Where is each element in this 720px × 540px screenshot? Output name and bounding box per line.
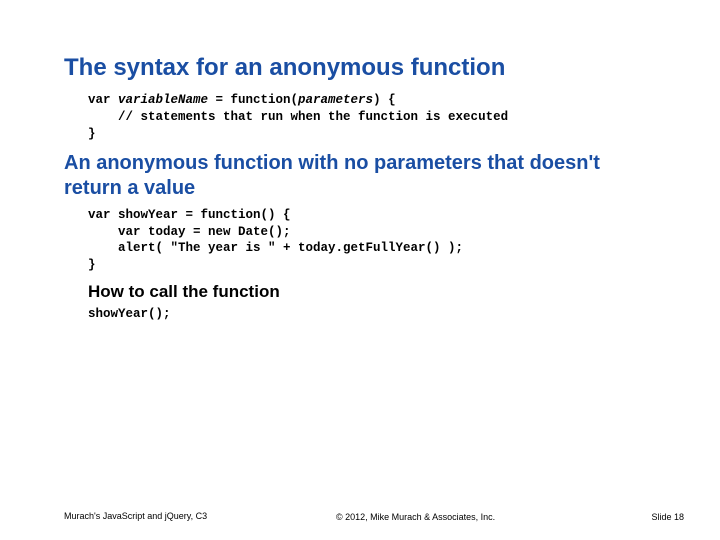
code-text: } (88, 127, 96, 141)
heading-call: How to call the function (88, 282, 660, 302)
code-line: var today = new Date(); (88, 225, 291, 239)
code-text: = function( (208, 93, 298, 107)
slide-footer: Murach's JavaScript and jQuery, C3 © 201… (0, 511, 720, 522)
code-text: ) { (373, 93, 396, 107)
code-text: var (88, 93, 118, 107)
code-line: } (88, 258, 96, 272)
slide: The syntax for an anonymous function var… (0, 0, 720, 540)
code-example-block: var showYear = function() { var today = … (88, 207, 660, 275)
slide-title: The syntax for an anonymous function (64, 54, 660, 82)
code-comment: // statements that run when the function… (88, 110, 508, 124)
footer-copyright: © 2012, Mike Murach & Associates, Inc. (207, 512, 624, 522)
code-line: showYear(); (88, 307, 171, 321)
code-placeholder-parameters: parameters (298, 93, 373, 107)
code-call-block: showYear(); (88, 306, 660, 323)
heading-no-params: An anonymous function with no parameters… (64, 151, 660, 201)
code-line: alert( "The year is " + today.getFullYea… (88, 241, 463, 255)
code-placeholder-variable: variableName (118, 93, 208, 107)
code-syntax-block: var variableName = function(parameters) … (88, 92, 660, 143)
footer-slide-number: Slide 18 (624, 512, 684, 522)
code-line: var showYear = function() { (88, 208, 291, 222)
footer-source: Murach's JavaScript and jQuery, C3 (64, 511, 207, 522)
